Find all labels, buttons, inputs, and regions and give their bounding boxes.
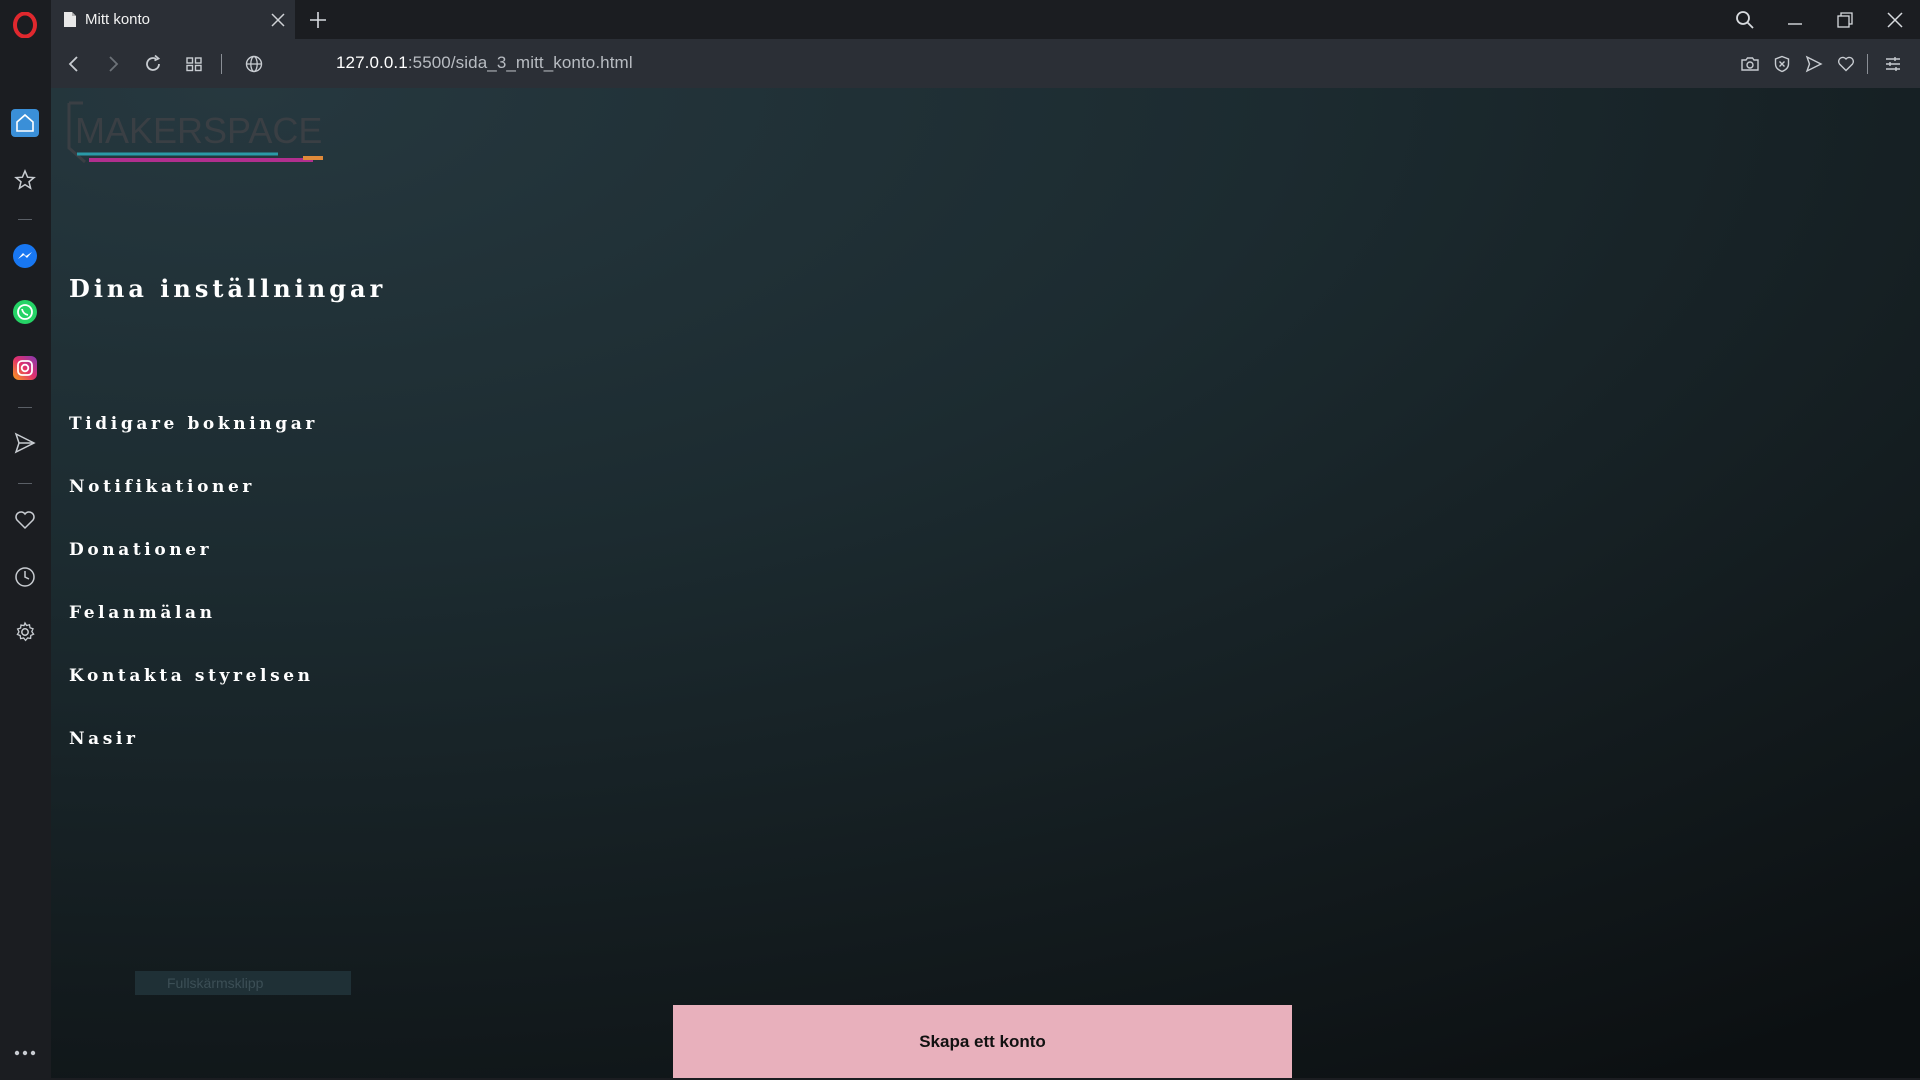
easy-setup-icon[interactable] — [1878, 49, 1908, 79]
send-icon[interactable] — [11, 429, 39, 457]
sidebar-divider — [18, 407, 32, 408]
home-icon[interactable] — [11, 109, 39, 137]
address-bar: 127.0.0.1:5500/sida_3_mitt_konto.html — [51, 39, 1920, 88]
page-viewport: MAKERSPACE Dina inställningar Tidigare b… — [51, 88, 1920, 1078]
url-host: 127.0.0.1 — [336, 53, 408, 72]
back-icon[interactable] — [59, 49, 89, 79]
logo-text: MAKERSPACE — [75, 110, 322, 151]
sidebar-divider — [18, 219, 32, 220]
forward-icon[interactable] — [98, 49, 128, 79]
url-path: :5500/sida_3_mitt_konto.html — [407, 53, 633, 72]
reload-icon[interactable] — [138, 49, 168, 79]
restore-button[interactable] — [1820, 0, 1870, 39]
messenger-icon[interactable] — [11, 242, 39, 270]
tiles-grid-icon[interactable] — [179, 49, 209, 79]
speed-dial-star-icon[interactable] — [11, 166, 39, 194]
tab-title: Mitt konto — [85, 11, 151, 28]
opera-logo-icon[interactable] — [12, 12, 38, 38]
bookmark-heart-icon[interactable] — [1831, 49, 1861, 79]
heart-icon[interactable] — [11, 506, 39, 534]
create-account-button[interactable]: Skapa ett konto — [673, 1005, 1292, 1078]
tab-mitt-konto[interactable]: Mitt konto — [51, 0, 295, 39]
makerspace-logo[interactable]: MAKERSPACE — [63, 100, 328, 170]
settings-gear-icon[interactable] — [11, 618, 39, 646]
document-icon — [64, 12, 76, 27]
search-tabs-icon[interactable] — [1720, 0, 1770, 39]
menu-item-felanmalan[interactable]: Felanmälan — [69, 603, 318, 666]
title-bar: Mitt konto — [0, 0, 1920, 39]
menu-item-notifikationer[interactable]: Notifikationer — [69, 477, 318, 540]
menu-item-kontakta-styrelsen[interactable]: Kontakta styrelsen — [69, 666, 318, 729]
more-options-icon[interactable] — [11, 1039, 39, 1067]
fullscreen-snip-overlay: Fullskärmsklipp — [135, 971, 351, 995]
whatsapp-icon[interactable] — [11, 298, 39, 326]
instagram-icon[interactable] — [11, 354, 39, 382]
share-send-icon[interactable] — [1799, 49, 1829, 79]
minimize-button[interactable] — [1770, 0, 1820, 39]
address-divider — [1867, 54, 1868, 74]
globe-icon[interactable] — [239, 49, 269, 79]
menu-item-tidigare-bokningar[interactable]: Tidigare bokningar — [69, 414, 318, 477]
page-title: Dina inställningar — [69, 274, 387, 303]
sidebar-divider — [18, 483, 32, 484]
address-divider — [221, 54, 222, 74]
history-clock-icon[interactable] — [11, 563, 39, 591]
menu-item-nasir[interactable]: Nasir — [69, 729, 318, 792]
new-tab-button[interactable] — [303, 4, 333, 34]
camera-snapshot-icon[interactable] — [1735, 49, 1765, 79]
close-window-button[interactable] — [1870, 0, 1920, 39]
adblock-icon[interactable] — [1767, 49, 1797, 79]
opera-sidebar — [0, 39, 51, 1080]
settings-menu: Tidigare bokningar Notifikationer Donati… — [69, 414, 318, 792]
url-field[interactable]: 127.0.0.1:5500/sida_3_mitt_konto.html — [336, 53, 633, 73]
tab-close-icon[interactable] — [261, 3, 295, 37]
menu-item-donationer[interactable]: Donationer — [69, 540, 318, 603]
